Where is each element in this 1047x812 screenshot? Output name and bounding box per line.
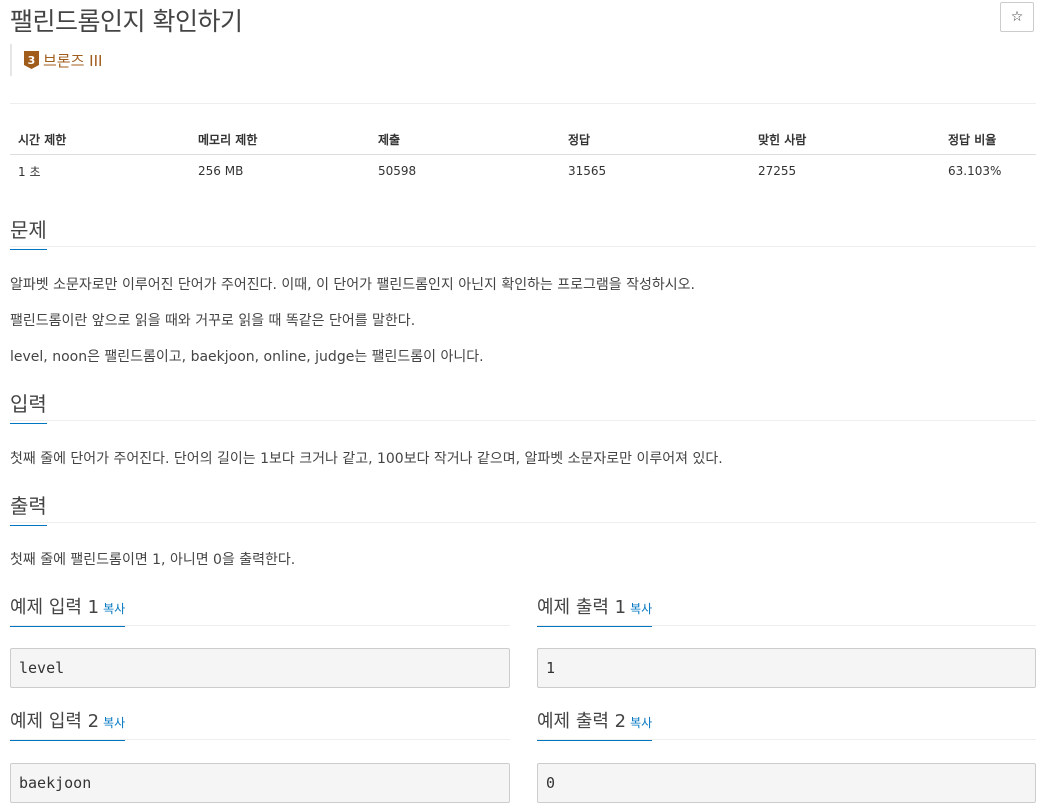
info-header-row: 시간 제한 메모리 제한 제출 정답 맞힌 사람 정답 비율 [10,124,1036,155]
value-time-limit: 1 초 [18,164,41,179]
value-submissions: 50598 [378,164,417,178]
problem-info-table: 시간 제한 메모리 제한 제출 정답 맞힌 사람 정답 비율 1 초 256 M… [10,124,1036,187]
tier-text: 브론즈 III [43,51,103,70]
sample-output-2-title: 예제 출력 2 [537,711,627,732]
copy-sample-input-2-button[interactable]: 복사 [103,716,125,730]
value-accepted: 31565 [568,164,607,178]
sample-input-1-title: 예제 입력 1 [10,597,100,618]
section-divider [10,420,1036,421]
header-solvers: 맞힌 사람 [750,124,940,155]
section-divider [10,246,1036,247]
info-value-row: 1 초 256 MB 50598 31565 27255 63.103% [10,155,1036,188]
input-description: 첫째 줄에 단어가 주어진다. 단어의 길이는 1보다 크거나 같고, 100보… [10,451,723,467]
sample-input-2-heading: 예제 입력 2 복사 [10,707,126,741]
sample-output-1-heading: 예제 출력 1 복사 [537,593,653,627]
description-heading: 문제 [10,214,47,250]
sample-output-1-title: 예제 출력 1 [537,597,627,618]
description-line-2: 팰린드롬이란 앞으로 읽을 때와 거꾸로 읽을 때 똑같은 단어를 말한다. [10,313,416,329]
sample-input-2-title: 예제 입력 2 [10,711,100,732]
sample-output-1-box[interactable]: 1 [537,648,1036,688]
description-line-3: level, noon은 팰린드롬이고, baekjoon, online, j… [10,349,484,365]
header-accept-ratio: 정답 비율 [940,124,1036,155]
section-divider [10,522,1036,523]
sample-output-2-box[interactable]: 0 [537,763,1036,803]
divider [10,103,1036,104]
header-memory-limit: 메모리 제한 [190,124,370,155]
tier-label[interactable]: 3 브론즈 III [10,44,102,76]
star-icon: ☆ [1010,9,1024,25]
input-heading: 입력 [10,388,47,424]
copy-sample-output-2-button[interactable]: 복사 [630,716,652,730]
sample-input-1-heading: 예제 입력 1 복사 [10,593,126,627]
header-time-limit: 시간 제한 [10,124,190,155]
bronze-tier-icon: 3 [24,51,39,69]
sample-output-2-heading: 예제 출력 2 복사 [537,707,653,741]
value-solvers: 27255 [758,164,797,178]
description-line-1: 알파벳 소문자로만 이루어진 단어가 주어진다. 이때, 이 단어가 팰린드롬인… [10,277,695,293]
header-accepted: 정답 [560,124,750,155]
favorite-star-button[interactable]: ☆ [1000,2,1034,32]
value-memory-limit: 256 MB [198,164,244,178]
copy-sample-output-1-button[interactable]: 복사 [630,602,652,616]
sample-input-2-box[interactable]: baekjoon [10,763,510,803]
header-submissions: 제출 [370,124,560,155]
output-heading: 출력 [10,490,47,526]
sample-input-1-box[interactable]: level [10,648,510,688]
output-description: 첫째 줄에 팰린드롬이면 1, 아니면 0을 출력한다. [10,552,296,568]
copy-sample-input-1-button[interactable]: 복사 [103,602,125,616]
page-title: 팰린드롬인지 확인하기 [10,7,243,36]
value-accept-ratio: 63.103% [948,164,1002,178]
